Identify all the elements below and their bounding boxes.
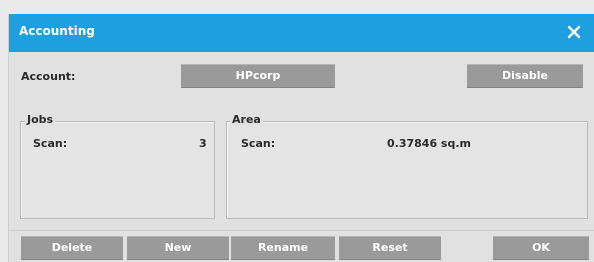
close-icon[interactable] xyxy=(563,21,585,43)
rename-button[interactable]: Rename xyxy=(231,236,335,260)
new-button[interactable]: New xyxy=(127,236,229,260)
jobs-group-title: Jobs xyxy=(25,113,56,126)
jobs-scan-value: 3 xyxy=(199,137,207,150)
footer-divider xyxy=(9,230,594,231)
disable-button[interactable]: Disable xyxy=(467,64,583,88)
area-scan-label: Scan: xyxy=(241,137,276,150)
jobs-group: Scan: 3 xyxy=(20,121,215,219)
ok-button-label: OK xyxy=(532,241,550,254)
reset-button[interactable]: Reset xyxy=(339,236,441,260)
accounting-dialog: Accounting Account: HPcorp Disable Scan:… xyxy=(8,14,594,262)
disable-button-label: Disable xyxy=(502,69,548,82)
rename-button-label: Rename xyxy=(257,241,309,254)
delete-button-label: Delete xyxy=(51,241,93,254)
dialog-title: Accounting xyxy=(19,24,95,38)
new-button-label: New xyxy=(164,241,192,254)
reset-button-label: Reset xyxy=(372,241,408,254)
area-group-title: Area xyxy=(230,113,263,126)
area-group: Scan: 0.37846 sq.m xyxy=(226,121,588,219)
account-select-value: HPcorp xyxy=(235,69,281,82)
jobs-scan-label: Scan: xyxy=(33,137,68,150)
account-select[interactable]: HPcorp xyxy=(181,64,335,88)
title-bar: Accounting xyxy=(9,14,594,52)
ok-button[interactable]: OK xyxy=(493,236,589,260)
area-scan-value: 0.37846 sq.m xyxy=(387,137,471,150)
account-label: Account: xyxy=(21,70,76,83)
delete-button[interactable]: Delete xyxy=(21,236,123,260)
